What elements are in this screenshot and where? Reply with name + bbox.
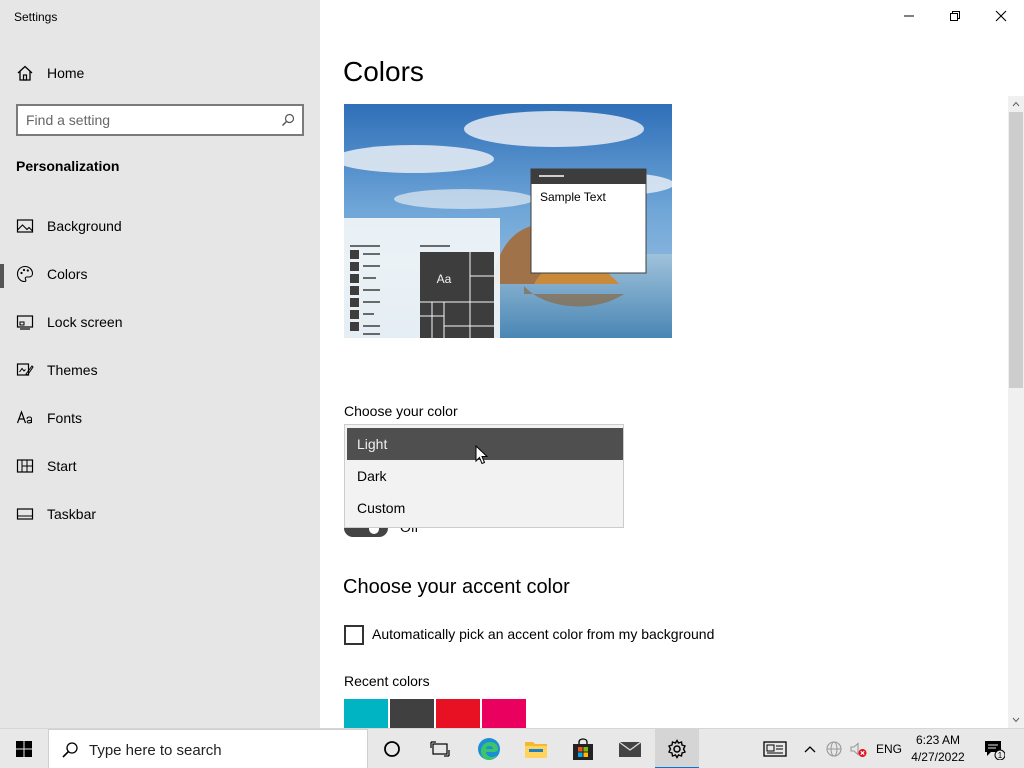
auto-accent-checkbox[interactable] (344, 625, 364, 645)
sidebar-item-colors[interactable]: Colors (0, 252, 320, 300)
recent-color-swatch[interactable] (436, 699, 480, 728)
taskbar-search-box[interactable] (48, 729, 368, 768)
toggle-switch[interactable] (344, 528, 388, 537)
globe-network-icon (826, 741, 842, 757)
app-title: Settings (14, 10, 58, 24)
sidebar-item-themes[interactable]: Themes (0, 348, 320, 396)
mail-icon (618, 741, 642, 757)
preview-image: Aa Sample Text (344, 104, 672, 338)
folder-icon (525, 742, 547, 758)
dropdown-option-custom[interactable]: Custom (347, 492, 623, 524)
minimize-icon (904, 15, 914, 17)
chevron-up-icon (804, 746, 816, 753)
sidebar-nav: Background Colors Lock screen Themes Fon… (0, 204, 320, 540)
clock[interactable]: 6:23 AM 4/27/2022 (904, 732, 972, 766)
clock-date: 4/27/2022 (911, 750, 965, 764)
preview-sample-text: Sample Text (540, 190, 606, 204)
sidebar-item-lock-screen[interactable]: Lock screen (0, 300, 320, 348)
color-mode-dropdown[interactable]: Light Dark Custom (344, 424, 624, 528)
theme-preview: Aa Sample Text (344, 104, 672, 338)
store-app-button[interactable] (561, 729, 605, 768)
restore-icon (950, 11, 960, 21)
notification-icon: 1 (985, 741, 1005, 760)
home-label: Home (47, 65, 85, 81)
section-title: Personalization (16, 158, 120, 174)
settings-app-button[interactable] (655, 729, 699, 768)
find-setting-input[interactable] (26, 111, 266, 129)
accent-color-title: Choose your accent color (343, 576, 570, 598)
find-setting-box[interactable] (16, 104, 304, 136)
volume-muted-icon (850, 742, 867, 757)
settings-window: Settings Home Personalization (0, 0, 1024, 768)
edge-app-button[interactable] (467, 729, 511, 768)
selected-indicator (0, 264, 4, 288)
fonts-icon (16, 410, 32, 424)
action-center-button[interactable]: 1 (980, 729, 1008, 768)
recent-colors-label: Recent colors (344, 673, 430, 689)
home-nav-item[interactable]: Home (0, 56, 320, 90)
windows-logo-icon (16, 741, 32, 757)
sidebar-item-label: Colors (47, 266, 88, 282)
close-icon (995, 10, 1007, 22)
mouse-cursor-icon (475, 445, 489, 465)
mail-app-button[interactable] (608, 729, 652, 768)
news-icon (763, 741, 787, 757)
restore-button[interactable] (932, 0, 978, 32)
sidebar-item-label: Start (47, 458, 77, 474)
picture-icon (16, 219, 34, 233)
search-icon (62, 742, 78, 758)
taskbar: ENG 6:23 AM 4/27/2022 1 (0, 728, 1024, 768)
sidebar-item-label: Fonts (47, 410, 83, 426)
recent-color-swatch[interactable] (344, 699, 388, 728)
sidebar-item-background[interactable]: Background (0, 204, 320, 252)
lock-screen-icon (16, 315, 34, 330)
edge-browser-icon (478, 738, 500, 760)
taskbar-search-input[interactable] (89, 740, 359, 760)
sidebar-item-label: Lock screen (47, 314, 123, 330)
sidebar-item-label: Background (47, 218, 122, 234)
sidebar-item-fonts[interactable]: Fonts (0, 396, 320, 444)
cortana-button[interactable] (372, 729, 412, 768)
sidebar-item-label: Themes (47, 362, 98, 378)
themes-icon (16, 363, 34, 376)
sidebar-item-start[interactable]: Start (0, 444, 320, 492)
sidebar-item-label: Taskbar (47, 506, 97, 522)
volume-button[interactable] (847, 729, 869, 768)
sidebar: Settings Home Personalization (0, 0, 320, 728)
scroll-down-button[interactable] (1008, 712, 1024, 728)
chevron-down-icon (1012, 717, 1020, 723)
news-interests-button[interactable] (758, 729, 792, 768)
recent-color-swatch[interactable] (390, 699, 434, 728)
auto-accent-label[interactable]: Automatically pick an accent color from … (372, 626, 714, 642)
input-language-indicator[interactable]: ENG (876, 742, 902, 756)
network-button[interactable] (823, 729, 845, 768)
task-view-icon (430, 741, 450, 757)
scroll-up-button[interactable] (1008, 96, 1024, 112)
sidebar-item-taskbar[interactable]: Taskbar (0, 492, 320, 540)
search-icon[interactable] (281, 113, 295, 127)
taskbar-icon (16, 508, 34, 520)
palette-icon (16, 265, 34, 283)
gear-icon (668, 739, 686, 759)
notification-count: 1 (998, 751, 1003, 760)
microsoft-store-icon (573, 738, 593, 760)
cortana-circle-icon (384, 741, 400, 757)
recent-color-swatch[interactable] (482, 699, 526, 728)
home-icon (17, 65, 33, 81)
chevron-up-icon (1012, 101, 1020, 107)
start-icon (16, 459, 34, 473)
clock-time: 6:23 AM (915, 733, 961, 747)
task-view-button[interactable] (418, 729, 462, 768)
start-button[interactable] (0, 729, 48, 768)
preview-tile-label: Aa (437, 272, 452, 286)
minimize-button[interactable] (886, 0, 932, 32)
page-title: Colors (343, 56, 424, 87)
close-button[interactable] (978, 0, 1024, 32)
file-explorer-button[interactable] (514, 729, 558, 768)
show-hidden-icons-button[interactable] (800, 729, 820, 768)
scrollbar-thumb[interactable] (1009, 112, 1023, 388)
choose-color-label: Choose your color (344, 403, 458, 419)
